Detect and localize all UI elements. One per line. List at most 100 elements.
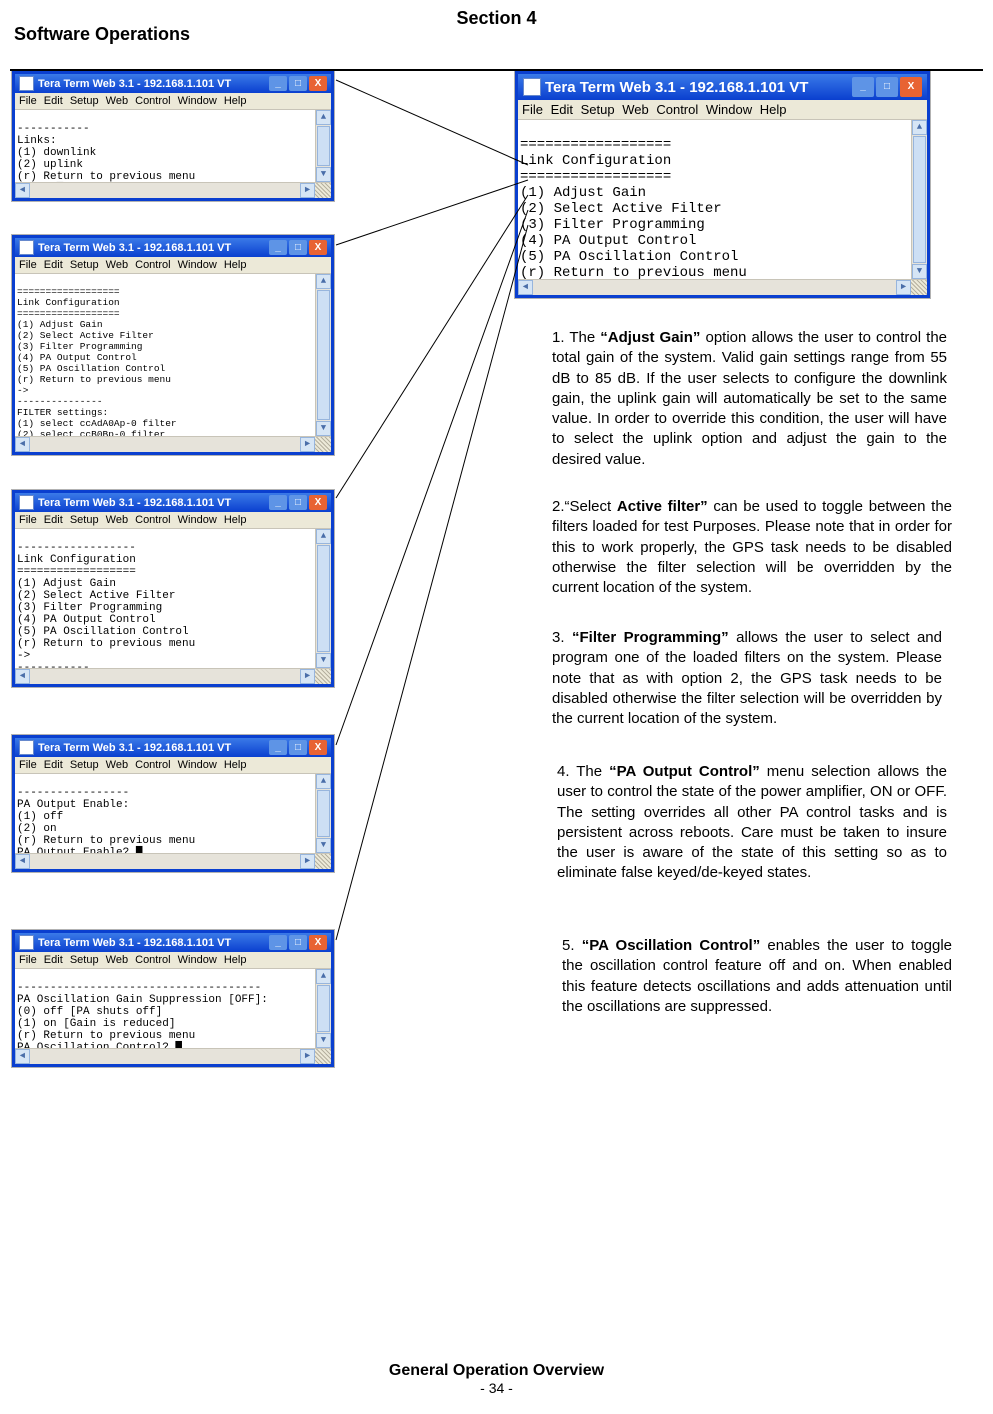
scrollbar-horizontal[interactable]: ◄► [15, 668, 331, 684]
title-bar[interactable]: Tera Term Web 3.1 - 192.168.1.101 VT _ □… [15, 933, 331, 952]
close-button[interactable]: X [309, 740, 327, 755]
menu-file[interactable]: File [19, 259, 37, 271]
resize-grip-icon[interactable] [315, 854, 331, 869]
menu-window[interactable]: Window [178, 954, 217, 966]
scroll-thumb[interactable] [913, 136, 926, 263]
scroll-down-icon[interactable]: ▼ [316, 653, 331, 668]
scroll-thumb[interactable] [317, 790, 330, 837]
menu-setup[interactable]: Setup [70, 259, 99, 271]
scrollbar-vertical[interactable]: ▲▼ [315, 274, 331, 436]
minimize-button[interactable]: _ [269, 935, 287, 950]
menu-edit[interactable]: Edit [551, 102, 573, 117]
menu-file[interactable]: File [19, 954, 37, 966]
menu-setup[interactable]: Setup [70, 759, 99, 771]
scroll-up-icon[interactable]: ▲ [316, 529, 331, 544]
menu-help[interactable]: Help [224, 759, 247, 771]
close-button[interactable]: X [309, 240, 327, 255]
menu-bar[interactable]: File Edit Setup Web Control Window Help [15, 757, 331, 774]
menu-window[interactable]: Window [178, 259, 217, 271]
menu-window[interactable]: Window [178, 759, 217, 771]
menu-file[interactable]: File [19, 759, 37, 771]
scrollbar-vertical[interactable]: ▲▼ [911, 120, 927, 279]
scroll-left-icon[interactable]: ◄ [15, 669, 30, 684]
scroll-thumb[interactable] [317, 985, 330, 1032]
resize-grip-icon[interactable] [315, 669, 331, 684]
scroll-left-icon[interactable]: ◄ [15, 183, 30, 198]
menu-setup[interactable]: Setup [70, 95, 99, 107]
maximize-button[interactable]: □ [289, 935, 307, 950]
scroll-left-icon[interactable]: ◄ [15, 437, 30, 452]
scroll-up-icon[interactable]: ▲ [316, 969, 331, 984]
scroll-down-icon[interactable]: ▼ [316, 167, 331, 182]
menu-setup[interactable]: Setup [581, 102, 615, 117]
scroll-left-icon[interactable]: ◄ [518, 280, 533, 295]
scrollbar-horizontal[interactable]: ◄► [15, 1048, 331, 1064]
title-bar[interactable]: Tera Term Web 3.1 - 192.168.1.101 VT _ □… [15, 738, 331, 757]
menu-web[interactable]: Web [106, 954, 128, 966]
scroll-right-icon[interactable]: ► [300, 183, 315, 198]
minimize-button[interactable]: _ [269, 495, 287, 510]
terminal-body[interactable]: ================== Link Configuration ==… [518, 120, 927, 295]
minimize-button[interactable]: _ [269, 76, 287, 91]
menu-bar[interactable]: File Edit Setup Web Control Window Help [15, 93, 331, 110]
menu-help[interactable]: Help [224, 95, 247, 107]
scroll-right-icon[interactable]: ► [300, 437, 315, 452]
scroll-left-icon[interactable]: ◄ [15, 854, 30, 869]
scroll-thumb[interactable] [317, 545, 330, 652]
menu-control[interactable]: Control [135, 514, 170, 526]
menu-file[interactable]: File [522, 102, 543, 117]
menu-control[interactable]: Control [135, 954, 170, 966]
scroll-left-icon[interactable]: ◄ [15, 1049, 30, 1064]
scrollbar-vertical[interactable]: ▲▼ [315, 969, 331, 1048]
scrollbar-vertical[interactable]: ▲▼ [315, 110, 331, 182]
scrollbar-horizontal[interactable]: ◄► [15, 853, 331, 869]
menu-web[interactable]: Web [106, 259, 128, 271]
menu-control[interactable]: Control [135, 259, 170, 271]
minimize-button[interactable]: _ [269, 240, 287, 255]
resize-grip-icon[interactable] [315, 183, 331, 198]
menu-help[interactable]: Help [760, 102, 787, 117]
menu-file[interactable]: File [19, 95, 37, 107]
close-button[interactable]: X [309, 495, 327, 510]
menu-web[interactable]: Web [106, 514, 128, 526]
menu-edit[interactable]: Edit [44, 259, 63, 271]
menu-help[interactable]: Help [224, 954, 247, 966]
resize-grip-icon[interactable] [315, 437, 331, 452]
scroll-down-icon[interactable]: ▼ [912, 264, 927, 279]
scroll-thumb[interactable] [317, 126, 330, 166]
menu-setup[interactable]: Setup [70, 954, 99, 966]
scroll-up-icon[interactable]: ▲ [316, 274, 331, 289]
scrollbar-horizontal[interactable]: ◄► [518, 279, 927, 295]
menu-edit[interactable]: Edit [44, 759, 63, 771]
menu-help[interactable]: Help [224, 259, 247, 271]
title-bar[interactable]: Tera Term Web 3.1 - 192.168.1.101 VT _ □… [15, 74, 331, 93]
scroll-right-icon[interactable]: ► [896, 280, 911, 295]
title-bar[interactable]: Tera Term Web 3.1 - 192.168.1.101 VT _ □… [518, 74, 927, 100]
maximize-button[interactable]: □ [289, 76, 307, 91]
scrollbar-horizontal[interactable]: ◄► [15, 436, 331, 452]
scroll-thumb[interactable] [317, 290, 330, 420]
menu-window[interactable]: Window [178, 95, 217, 107]
scroll-right-icon[interactable]: ► [300, 854, 315, 869]
maximize-button[interactable]: □ [289, 240, 307, 255]
maximize-button[interactable]: □ [289, 495, 307, 510]
scrollbar-vertical[interactable]: ▲▼ [315, 529, 331, 668]
scroll-right-icon[interactable]: ► [300, 1049, 315, 1064]
terminal-body[interactable]: ----------- Links: (1) downlink (2) upli… [15, 110, 331, 198]
close-button[interactable]: X [309, 935, 327, 950]
menu-window[interactable]: Window [178, 514, 217, 526]
minimize-button[interactable]: _ [269, 740, 287, 755]
menu-control[interactable]: Control [135, 759, 170, 771]
close-button[interactable]: X [309, 76, 327, 91]
maximize-button[interactable]: □ [289, 740, 307, 755]
terminal-body[interactable]: ------------------------------------- PA… [15, 969, 331, 1064]
menu-web[interactable]: Web [106, 759, 128, 771]
scroll-down-icon[interactable]: ▼ [316, 838, 331, 853]
title-bar[interactable]: Tera Term Web 3.1 - 192.168.1.101 VT _ □… [15, 238, 331, 257]
menu-edit[interactable]: Edit [44, 95, 63, 107]
menu-file[interactable]: File [19, 514, 37, 526]
maximize-button[interactable]: □ [876, 77, 898, 97]
menu-control[interactable]: Control [656, 102, 698, 117]
menu-bar[interactable]: File Edit Setup Web Control Window Help [15, 952, 331, 969]
menu-bar[interactable]: File Edit Setup Web Control Window Help [15, 512, 331, 529]
